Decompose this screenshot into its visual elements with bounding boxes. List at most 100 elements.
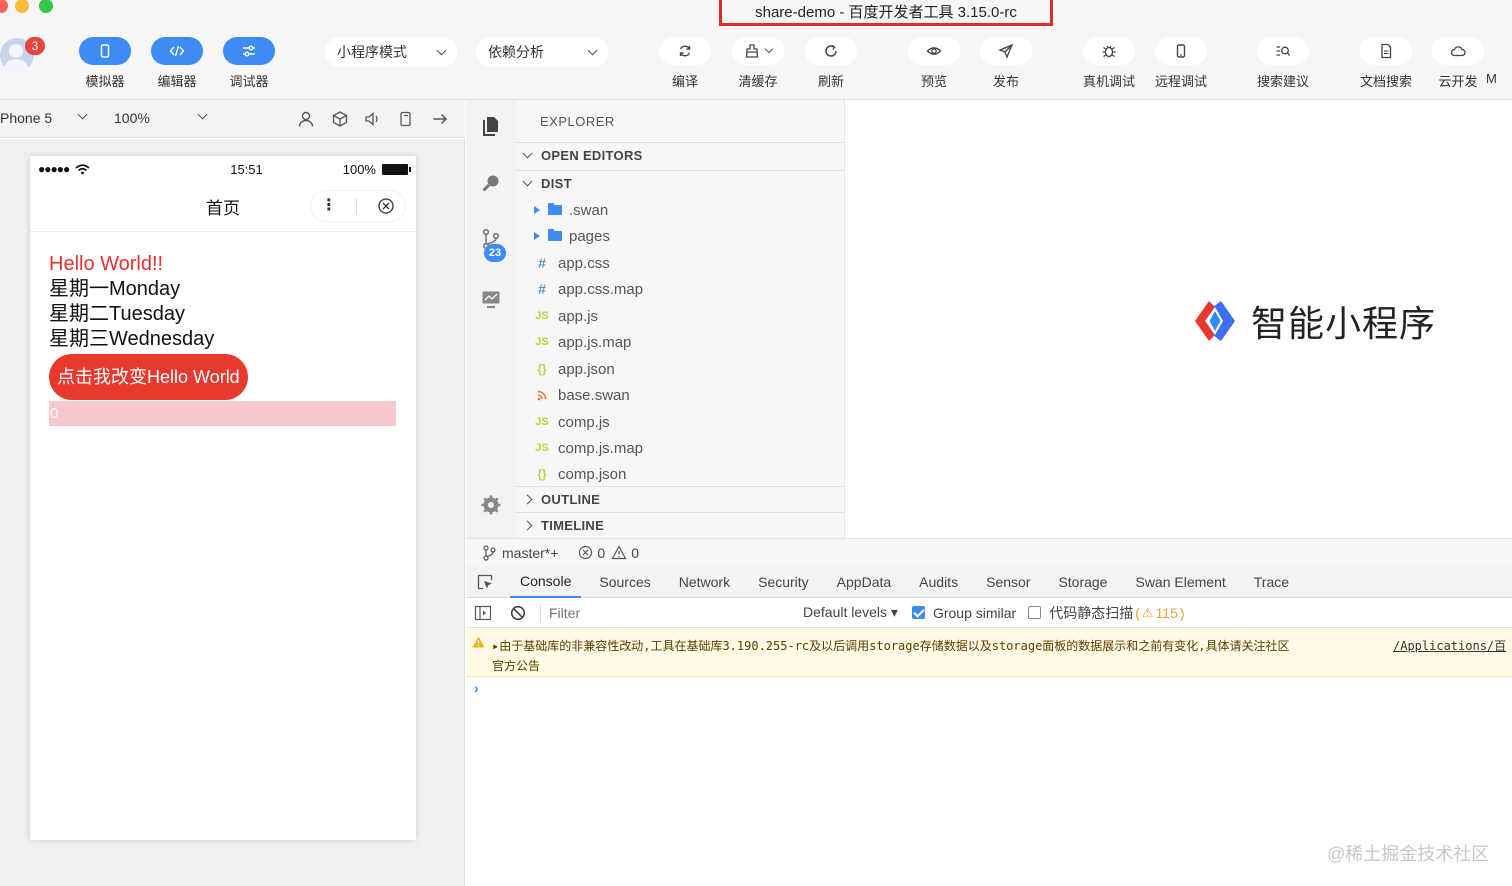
- editor-toggle-button[interactable]: 编辑器: [147, 37, 207, 90]
- dependency-select[interactable]: 依赖分析: [476, 37, 608, 67]
- counter-display: 0: [49, 401, 396, 426]
- device-debug-button[interactable]: 真机调试: [1079, 37, 1139, 90]
- open-editors-section[interactable]: OPEN EDITORS: [516, 142, 845, 168]
- scan-warning-count[interactable]: 115: [1156, 605, 1178, 621]
- chevron-down-icon: [436, 45, 447, 55]
- cube-icon[interactable]: [331, 110, 349, 128]
- css-file-icon: #: [538, 281, 546, 297]
- compile-button[interactable]: 编译: [655, 37, 715, 90]
- section-label: OPEN EDITORS: [541, 148, 643, 163]
- code-icon: [169, 45, 185, 57]
- group-similar-checkbox[interactable]: [911, 606, 925, 619]
- user-icon[interactable]: [297, 110, 315, 128]
- change-hello-button[interactable]: 点击我改变Hello World: [49, 354, 248, 400]
- file-app-css-map[interactable]: # app.css.map: [516, 276, 845, 302]
- preview-button[interactable]: 预览: [904, 37, 964, 90]
- static-scan-label: 代码静态扫描: [1049, 604, 1134, 621]
- group-similar-label: Group similar: [932, 604, 1017, 621]
- doc-search-button[interactable]: 文档搜索: [1356, 37, 1416, 90]
- file-app-css[interactable]: # app.css: [516, 250, 845, 276]
- tab-appdata[interactable]: AppData: [837, 566, 891, 598]
- error-count[interactable]: 0: [597, 545, 605, 561]
- file-label: app.js: [558, 307, 599, 325]
- zoom-window-button[interactable]: [39, 0, 53, 13]
- search-suggest-button[interactable]: 搜索建议: [1253, 37, 1313, 90]
- tab-trace[interactable]: Trace: [1254, 566, 1289, 598]
- inspect-element-icon[interactable]: [476, 573, 494, 591]
- outline-section[interactable]: OUTLINE: [516, 486, 845, 512]
- wifi-icon: [75, 163, 90, 174]
- tab-audits[interactable]: Audits: [919, 566, 958, 598]
- close-circle-icon[interactable]: [377, 197, 395, 215]
- file-comp-js-map[interactable]: JS comp.js.map: [516, 435, 845, 461]
- scan-count-paren-close: ): [1179, 604, 1185, 621]
- js-file-icon: JS: [535, 442, 549, 454]
- hello-text: Hello World!!: [49, 253, 164, 275]
- timeline-section[interactable]: TIMELINE: [516, 512, 845, 538]
- clear-console-icon[interactable]: [510, 605, 526, 621]
- window-title: share-demo - 百度开发者工具 3.15.0-rc: [719, 0, 1053, 26]
- js-file-icon: JS: [535, 310, 549, 322]
- folder-pages[interactable]: pages: [516, 223, 845, 249]
- search-icon[interactable]: [480, 172, 502, 194]
- file-app-js[interactable]: JS app.js: [516, 303, 845, 329]
- warning-source-link[interactable]: /Applications/百: [1393, 637, 1506, 654]
- device-select[interactable]: Phone 5: [0, 110, 52, 126]
- battery-percent: 100%: [342, 161, 376, 177]
- chevron-down-icon[interactable]: [77, 109, 88, 120]
- error-circle-icon: [579, 545, 593, 560]
- folder-icon: [548, 203, 562, 215]
- minimize-window-button[interactable]: [15, 0, 29, 13]
- dist-section[interactable]: DIST: [516, 170, 845, 196]
- section-label: DIST: [541, 176, 572, 191]
- remote-debug-button[interactable]: 远程调试: [1151, 37, 1211, 90]
- static-scan-checkbox[interactable]: [1028, 606, 1042, 619]
- tab-sensor[interactable]: Sensor: [986, 566, 1030, 598]
- tab-swan-element[interactable]: Swan Element: [1135, 566, 1225, 598]
- document-icon: [1381, 43, 1392, 59]
- git-branch[interactable]: master*+: [502, 545, 558, 561]
- tab-security[interactable]: Security: [758, 566, 809, 598]
- file-base-swan[interactable]: base.swan: [516, 382, 845, 408]
- warning-triangle-icon: [472, 636, 485, 648]
- more-button[interactable]: M: [1486, 37, 1512, 86]
- log-levels-select[interactable]: Default levels ▾: [803, 604, 898, 621]
- files-icon[interactable]: [480, 114, 502, 136]
- list-item: 星期二Tuesday: [49, 303, 185, 325]
- file-app-json[interactable]: {} app.json: [516, 356, 845, 382]
- arrow-right-icon[interactable]: [431, 110, 449, 128]
- mode-select[interactable]: 小程序模式: [325, 37, 457, 67]
- refresh-button[interactable]: 刷新: [801, 37, 861, 90]
- menu-capsule: ⋮: [310, 190, 406, 222]
- zoom-select[interactable]: 100%: [114, 110, 150, 126]
- more-dots-icon[interactable]: ⋮: [321, 198, 337, 214]
- tab-sources[interactable]: Sources: [599, 566, 650, 598]
- warning-message-text[interactable]: ▸由于基础库的非兼容性改动,工具在基础库3.190.255-rc及以后调用sto…: [492, 637, 1290, 654]
- file-comp-json[interactable]: {} comp.json: [516, 461, 845, 487]
- monitor-icon[interactable]: [480, 288, 502, 310]
- close-window-button[interactable]: [0, 0, 8, 13]
- rotate-device-icon[interactable]: [397, 110, 415, 128]
- console-filter-input[interactable]: [549, 600, 795, 625]
- doc-search-label: 文档搜索: [1359, 74, 1412, 89]
- publish-button[interactable]: 发布: [976, 37, 1036, 90]
- gear-icon[interactable]: [480, 494, 502, 516]
- clear-cache-button[interactable]: 清缓存: [728, 37, 788, 90]
- console-prompt-icon[interactable]: ›: [474, 680, 479, 696]
- file-app-js-map[interactable]: JS app.js.map: [516, 329, 845, 355]
- file-comp-js[interactable]: JS comp.js: [516, 409, 845, 435]
- chevron-down-icon: [764, 44, 774, 54]
- debugger-toggle-button[interactable]: 调试器: [219, 37, 279, 90]
- tab-network[interactable]: Network: [679, 566, 730, 598]
- folder-swan[interactable]: .swan: [516, 197, 845, 223]
- speaker-icon[interactable]: [363, 110, 381, 128]
- chevron-down-icon[interactable]: [197, 109, 208, 120]
- tab-console[interactable]: Console: [510, 566, 582, 598]
- sidebar-toggle-icon[interactable]: [474, 605, 492, 621]
- simulator-toggle-button[interactable]: 模拟器: [75, 37, 135, 90]
- debug-sliders-icon: [243, 45, 255, 57]
- tab-storage[interactable]: Storage: [1058, 566, 1107, 598]
- title-toolbar: share-demo - 百度开发者工具 3.15.0-rc 3 模拟器 编辑器…: [0, 0, 1512, 100]
- warning-count[interactable]: 0: [631, 545, 639, 561]
- cloud-dev-button[interactable]: 云开发: [1428, 37, 1488, 90]
